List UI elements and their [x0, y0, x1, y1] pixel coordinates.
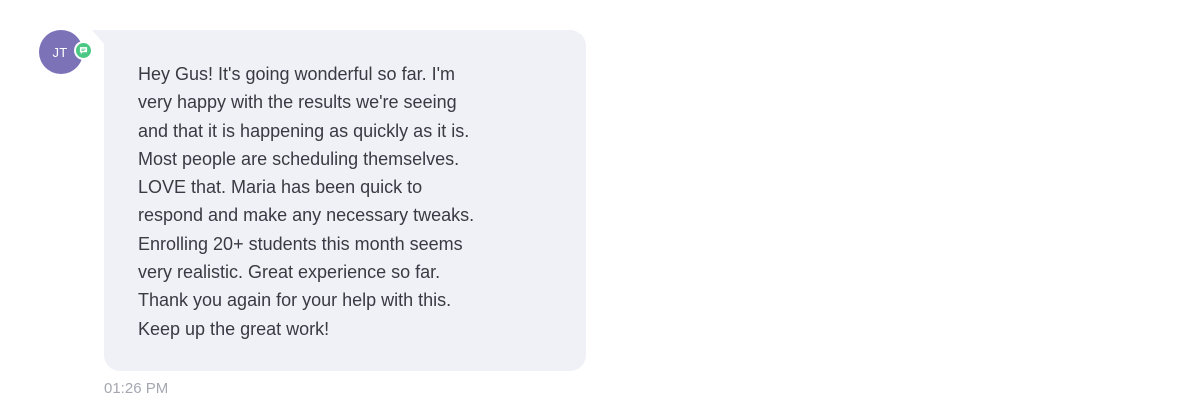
- bubble-tail: [92, 30, 104, 44]
- message-bubble: Hey Gus! It's going wonderful so far. I'…: [104, 30, 586, 371]
- sms-chat-icon: [76, 43, 91, 58]
- message-timestamp: 01:26 PM: [104, 380, 169, 397]
- avatar-initials: JT: [52, 44, 68, 60]
- message-text: Hey Gus! It's going wonderful so far. I'…: [138, 64, 475, 339]
- channel-badge: [74, 41, 93, 60]
- message-row: JT Hey Gus! It's going wonderful so far.…: [0, 0, 1200, 419]
